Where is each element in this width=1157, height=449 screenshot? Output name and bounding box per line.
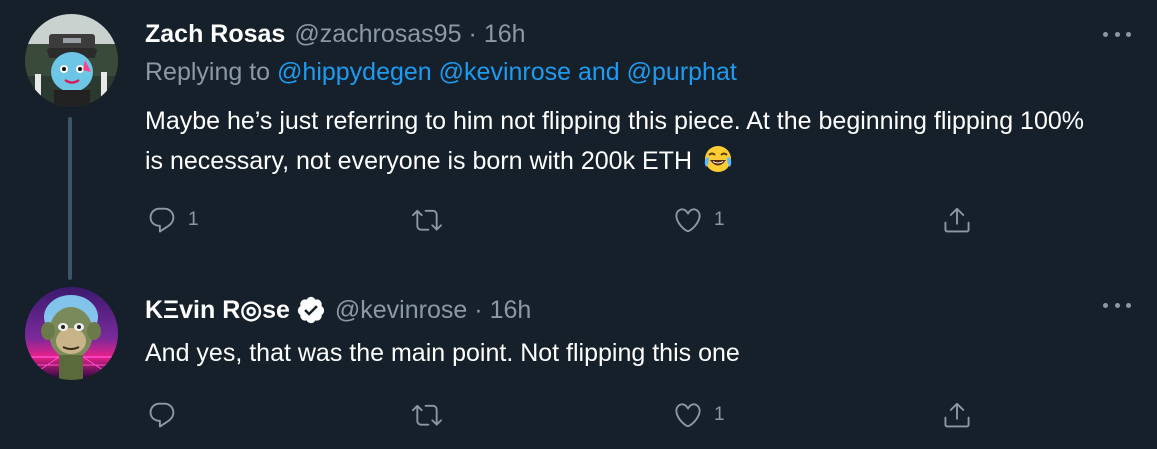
display-name[interactable]: Zach Rosas	[145, 20, 285, 49]
ape-avatar-icon	[25, 287, 118, 380]
tweet-actions: 1 1	[0, 200, 1157, 240]
reply-icon	[149, 402, 175, 428]
tweet[interactable]: Zach Rosas @zachrosas95 · 16h Replying t…	[0, 0, 1157, 280]
retweet-icon	[412, 404, 442, 426]
verified-badge-icon	[297, 296, 325, 324]
user-handle[interactable]: @zachrosas95	[294, 20, 461, 49]
face-with-tears-of-joy-icon	[704, 146, 732, 172]
display-name[interactable]: KΞvin R◎se	[145, 295, 290, 325]
avatar[interactable]	[25, 14, 118, 107]
like-button[interactable]: 1	[673, 395, 725, 435]
tweet-header: KΞvin R◎se @kevinrose · 16h	[145, 292, 531, 328]
reply-button[interactable]	[147, 395, 188, 435]
more-icon[interactable]	[1103, 29, 1131, 39]
share-button[interactable]	[942, 200, 972, 240]
separator: ·	[468, 19, 477, 48]
more-icon[interactable]	[1103, 300, 1131, 310]
tweet-text-content: And yes, that was the main point. Not fl…	[145, 339, 740, 367]
tweet-text: And yes, that was the main point. Not fl…	[145, 333, 1105, 373]
tweet-header: Zach Rosas @zachrosas95 · 16h	[145, 16, 526, 52]
share-icon	[944, 207, 970, 233]
reply-count: 1	[188, 209, 199, 230]
tweet-text: Maybe he’s just referring to him not fli…	[145, 101, 1105, 181]
thread-connector	[68, 117, 72, 280]
retweet-button[interactable]	[412, 200, 453, 240]
reply-icon	[149, 207, 175, 233]
replying-to-label: Replying to	[145, 58, 278, 86]
heart-icon	[675, 208, 701, 233]
like-count: 1	[714, 209, 725, 230]
masked-character-avatar-icon	[25, 14, 118, 107]
timestamp[interactable]: 16h	[490, 296, 532, 325]
tweet-text-content: Maybe he’s just referring to him not fli…	[145, 107, 1085, 175]
tweet[interactable]: KΞvin R◎se @kevinrose · 16h And yes, tha…	[0, 270, 1157, 449]
mention-joiner[interactable]: and	[571, 58, 627, 86]
tweet-actions: 1	[0, 395, 1157, 435]
avatar[interactable]	[25, 287, 118, 380]
share-button[interactable]	[942, 395, 972, 435]
share-icon	[944, 402, 970, 428]
mention-link[interactable]: @hippydegen	[277, 58, 432, 86]
mention-link[interactable]: @purphat	[627, 58, 737, 86]
replying-to: Replying to @hippydegen @kevinrose and @…	[145, 58, 737, 92]
separator: ·	[474, 295, 483, 324]
reply-button[interactable]: 1	[147, 200, 199, 240]
heart-icon	[675, 403, 701, 428]
like-button[interactable]: 1	[673, 200, 725, 240]
like-count: 1	[714, 404, 725, 425]
retweet-icon	[412, 209, 442, 231]
timestamp[interactable]: 16h	[484, 20, 526, 49]
mention-link[interactable]: @kevinrose	[439, 58, 571, 86]
user-handle[interactable]: @kevinrose	[335, 296, 467, 325]
retweet-button[interactable]	[412, 395, 453, 435]
